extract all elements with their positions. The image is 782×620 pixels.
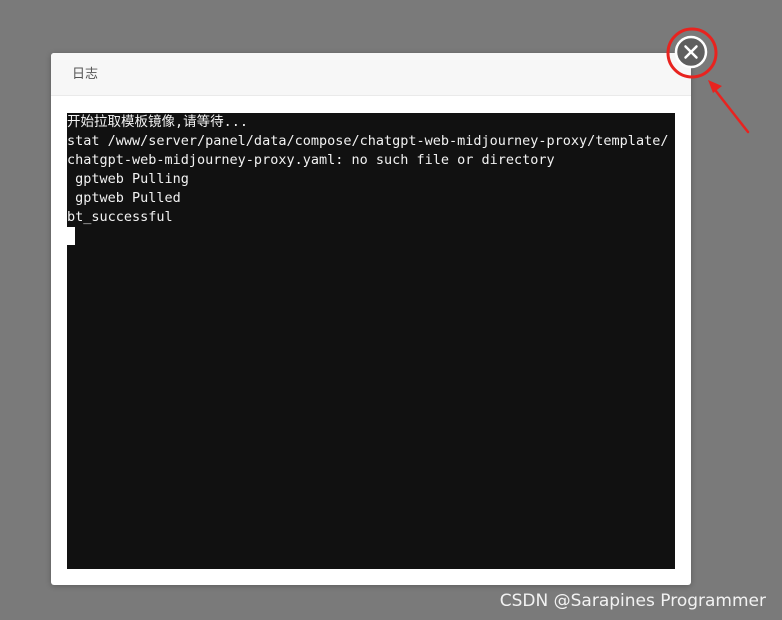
log-terminal[interactable]: 开始拉取模板镜像,请等待... stat /www/server/panel/d… — [67, 113, 675, 569]
log-line: 开始拉取模板镜像,请等待... — [67, 114, 249, 130]
watermark-text: CSDN @Sarapines Programmer — [499, 591, 766, 611]
annotation-arrow-icon — [708, 80, 750, 134]
terminal-cursor — [67, 227, 75, 245]
log-dialog: 日志 开始拉取模板镜像,请等待... stat /www/server/pane… — [51, 53, 691, 585]
log-line: bt_successful — [67, 209, 173, 225]
log-line: gptweb Pulling — [67, 171, 189, 187]
log-line: chatgpt-web-midjourney-proxy.yaml: no su… — [67, 152, 555, 168]
dialog-title: 日志 — [51, 53, 691, 96]
log-line: gptweb Pulled — [67, 190, 181, 206]
log-line: stat /www/server/panel/data/compose/chat… — [67, 133, 669, 149]
